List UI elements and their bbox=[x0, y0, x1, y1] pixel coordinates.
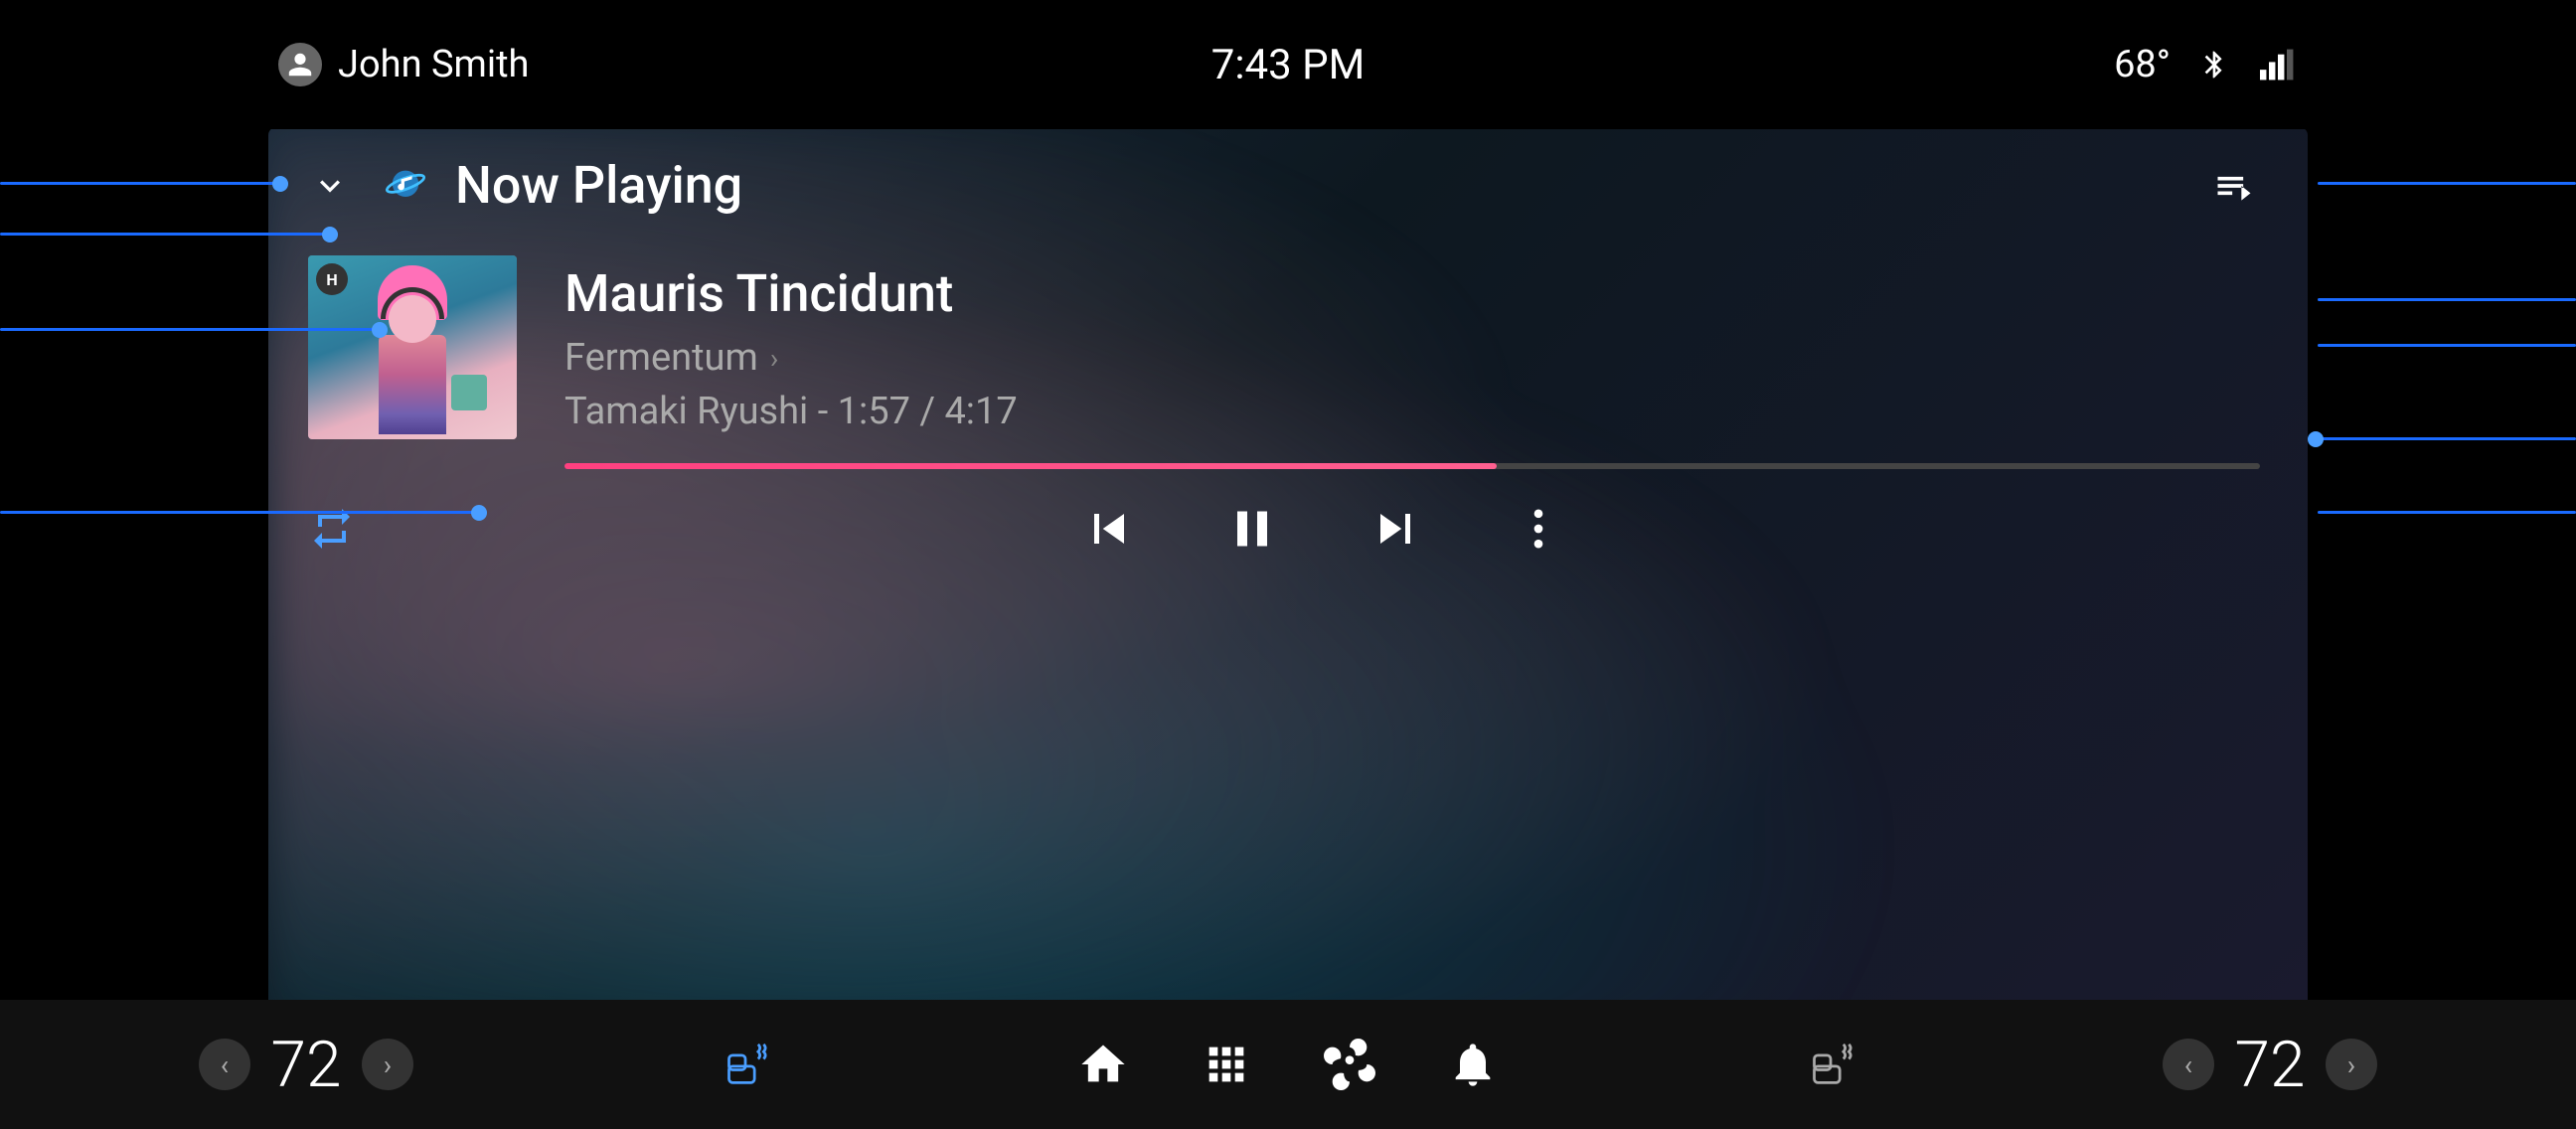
slider-dot-3 bbox=[372, 322, 388, 338]
bottom-bar: ‹ 72 › bbox=[0, 1000, 2576, 1129]
notification-button[interactable] bbox=[1447, 1039, 1499, 1090]
left-temp-control: ‹ 72 › bbox=[199, 1028, 413, 1102]
previous-button[interactable] bbox=[1077, 497, 1141, 561]
controls-area bbox=[268, 469, 2308, 580]
right-temp-increase-button[interactable]: › bbox=[2326, 1039, 2377, 1090]
headphone-badge: H bbox=[316, 263, 348, 295]
left-temp-value: 72 bbox=[266, 1028, 346, 1102]
slider-dot-1 bbox=[272, 176, 288, 192]
album-art: H bbox=[308, 255, 517, 439]
right-temp-control: ‹ 72 › bbox=[2163, 1028, 2377, 1102]
album-arrow-icon: › bbox=[770, 342, 778, 375]
slider-line-4 bbox=[0, 511, 487, 514]
panel-header: Now Playing bbox=[268, 127, 2308, 236]
right-temp-value: 72 bbox=[2230, 1028, 2310, 1102]
left-temp-decrease-button[interactable]: ‹ bbox=[199, 1039, 250, 1090]
slider-line-r2 bbox=[2318, 298, 2576, 301]
right-temp-decrease-button[interactable]: ‹ bbox=[2163, 1039, 2214, 1090]
slider-dot-2 bbox=[322, 227, 338, 242]
next-button[interactable] bbox=[1364, 497, 1427, 561]
slider-line-r3 bbox=[2318, 344, 2576, 347]
left-seat-heat-icon[interactable] bbox=[724, 1041, 767, 1088]
slider-dot-4 bbox=[471, 505, 487, 521]
track-artist-time: Tamaki Ryushi - 1:57 / 4:17 bbox=[564, 390, 2260, 433]
slider-line-2 bbox=[0, 233, 338, 236]
slider-dot-r4 bbox=[2308, 431, 2324, 447]
track-album[interactable]: Fermentum › bbox=[564, 336, 2260, 380]
more-options-button[interactable] bbox=[1507, 497, 1570, 561]
user-avatar-icon bbox=[278, 43, 322, 86]
playback-controls bbox=[388, 497, 2260, 561]
music-app-icon bbox=[380, 160, 431, 212]
right-seat-heat-icon[interactable] bbox=[1809, 1041, 1852, 1088]
left-temp-increase-button[interactable]: › bbox=[362, 1039, 413, 1090]
nav-icons bbox=[1077, 1039, 1499, 1090]
status-right: 68° bbox=[2114, 43, 2298, 86]
queue-button[interactable] bbox=[2208, 160, 2260, 212]
header-left: Now Playing bbox=[304, 155, 742, 216]
progress-container bbox=[268, 439, 2308, 469]
slider-line-r4 bbox=[2308, 437, 2576, 440]
status-bar: John Smith 7:43 PM 68° bbox=[0, 0, 2576, 129]
content-area: H Mauris Tincidunt Fermentum › Tamaki Ry… bbox=[268, 236, 2308, 439]
fan-button[interactable] bbox=[1324, 1039, 1375, 1090]
slider-line-3 bbox=[0, 328, 388, 331]
album-art-image: H bbox=[308, 255, 517, 439]
main-panel: Now Playing bbox=[268, 127, 2308, 1030]
pause-button[interactable] bbox=[1220, 497, 1284, 561]
bluetooth-icon bbox=[2194, 45, 2234, 84]
track-title: Mauris Tincidunt bbox=[564, 263, 2260, 324]
status-left: John Smith bbox=[278, 43, 529, 86]
slider-line-r5 bbox=[2318, 511, 2576, 514]
slider-line-1 bbox=[0, 182, 288, 185]
home-button[interactable] bbox=[1077, 1039, 1129, 1090]
apps-button[interactable] bbox=[1201, 1039, 1252, 1090]
status-time: 7:43 PM bbox=[1211, 41, 1366, 89]
signal-icon bbox=[2258, 45, 2298, 84]
track-info: Mauris Tincidunt Fermentum › Tamaki Ryus… bbox=[564, 255, 2260, 433]
panel-title: Now Playing bbox=[455, 155, 742, 216]
slider-line-r1 bbox=[2318, 182, 2576, 185]
temperature-display: 68° bbox=[2114, 43, 2171, 86]
chevron-down-button[interactable] bbox=[304, 160, 356, 212]
user-name: John Smith bbox=[338, 43, 529, 86]
